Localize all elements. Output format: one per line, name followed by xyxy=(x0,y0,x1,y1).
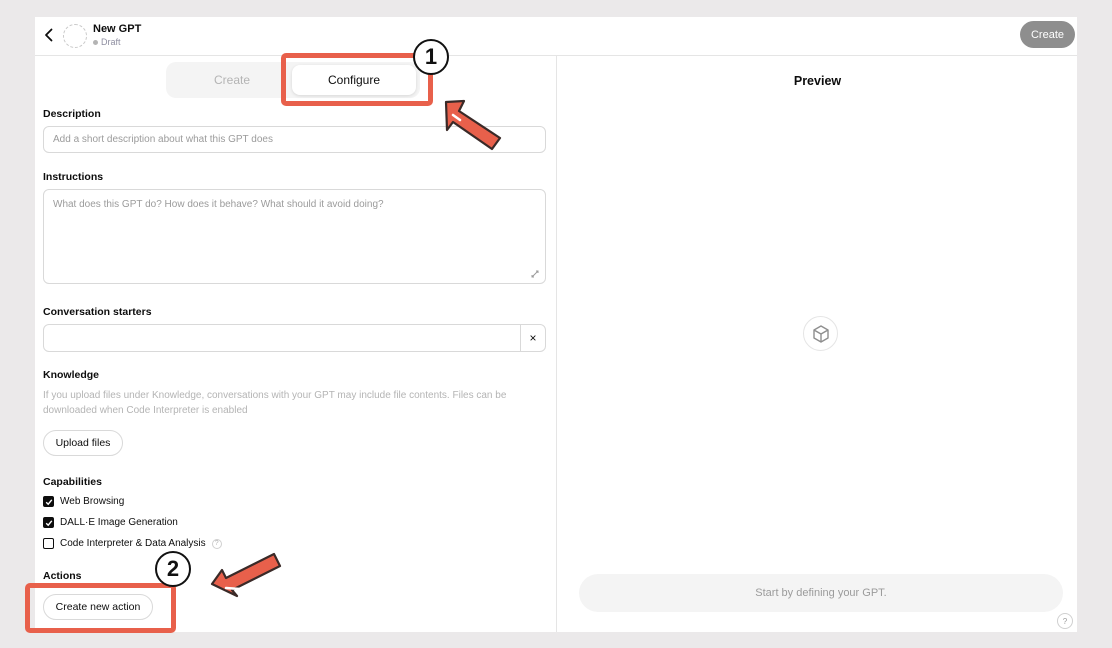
capability-dalle[interactable]: DALL·E Image Generation xyxy=(43,517,178,528)
gpt-status-text: Draft xyxy=(101,37,121,47)
instructions-input[interactable]: What does this GPT do? How does it behav… xyxy=(43,189,546,284)
preview-message-input[interactable]: Start by defining your GPT. xyxy=(579,574,1063,612)
checkmark-icon xyxy=(45,519,52,526)
checkbox-unchecked[interactable] xyxy=(43,538,54,549)
capability-label: Web Browsing xyxy=(60,496,125,507)
knowledge-help-text: If you upload files under Knowledge, con… xyxy=(43,390,507,416)
clear-starter-button[interactable]: × xyxy=(520,325,545,351)
checkbox-checked[interactable] xyxy=(43,496,54,507)
knowledge-label: Knowledge xyxy=(43,369,100,381)
status-dot-icon xyxy=(93,39,98,45)
header: New GPT Draft Create xyxy=(35,17,1077,56)
actions-label: Actions xyxy=(43,570,82,582)
create-button[interactable]: Create xyxy=(1020,21,1075,48)
step-1-badge: 1 xyxy=(413,39,449,75)
preview-input-placeholder: Start by defining your GPT. xyxy=(755,587,887,599)
checkbox-checked[interactable] xyxy=(43,517,54,528)
cube-icon xyxy=(803,316,838,351)
checkmark-icon xyxy=(45,498,52,505)
highlight-box-create-action xyxy=(25,583,176,633)
preview-title: Preview xyxy=(793,74,842,88)
capability-web-browsing[interactable]: Web Browsing xyxy=(43,496,124,507)
chevron-left-icon xyxy=(45,28,53,42)
step-2-badge: 2 xyxy=(155,551,191,587)
gpt-avatar[interactable] xyxy=(63,24,87,48)
info-icon[interactable]: ? xyxy=(211,538,222,549)
help-button[interactable]: ? xyxy=(1057,613,1073,629)
back-button[interactable] xyxy=(41,25,57,45)
tab-create[interactable]: Create xyxy=(170,65,294,95)
instructions-label: Instructions xyxy=(43,171,104,183)
resize-icon[interactable] xyxy=(530,269,540,279)
capability-label: DALL·E Image Generation xyxy=(60,517,178,528)
gpt-status: Draft xyxy=(93,37,121,47)
gpt-builder-window: New GPT Draft Create Create Configure De… xyxy=(35,17,1077,632)
description-placeholder: Add a short description about what this … xyxy=(53,134,273,145)
description-label: Description xyxy=(43,108,101,120)
highlight-box-configure xyxy=(281,53,433,106)
gpt-name: New GPT xyxy=(93,23,142,35)
capability-code-interpreter[interactable]: Code Interpreter & Data Analysis ? xyxy=(43,538,222,549)
instructions-placeholder: What does this GPT do? How does it behav… xyxy=(53,199,384,210)
arrow-icon xyxy=(210,552,282,598)
capability-label: Code Interpreter & Data Analysis xyxy=(60,538,206,549)
preview-panel: Preview Start by defining your GPT. ? xyxy=(558,56,1077,632)
arrow-icon xyxy=(444,99,502,151)
starters-label: Conversation starters xyxy=(43,306,152,318)
capabilities-label: Capabilities xyxy=(43,476,102,488)
conversation-starter-input[interactable]: × xyxy=(43,324,546,352)
upload-files-button[interactable]: Upload files xyxy=(43,430,123,456)
